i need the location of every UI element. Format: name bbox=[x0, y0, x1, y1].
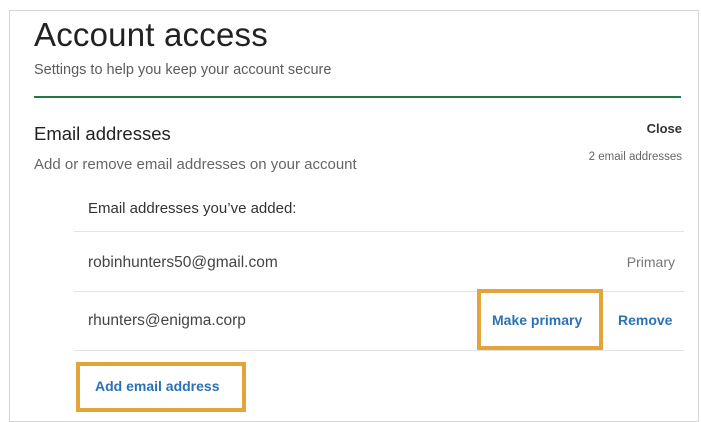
email-count-label: 2 email addresses bbox=[588, 151, 682, 163]
add-email-button[interactable]: Add email address bbox=[95, 378, 220, 394]
page-subtitle: Settings to help you keep your account s… bbox=[34, 62, 332, 78]
make-primary-button[interactable]: Make primary bbox=[492, 312, 582, 328]
close-button[interactable]: Close bbox=[647, 121, 682, 136]
list-divider bbox=[74, 231, 684, 232]
remove-email-button[interactable]: Remove bbox=[618, 312, 672, 328]
email-list-heading: Email addresses you’ve added: bbox=[88, 200, 297, 217]
list-divider bbox=[74, 350, 684, 351]
email-address: rhunters@enigma.corp bbox=[88, 312, 246, 329]
header-divider bbox=[34, 96, 681, 98]
email-address: robinhunters50@gmail.com bbox=[88, 254, 278, 271]
email-section-description: Add or remove email addresses on your ac… bbox=[34, 156, 357, 173]
primary-status-label: Primary bbox=[626, 254, 675, 270]
page-title: Account access bbox=[34, 16, 268, 53]
email-section-title: Email addresses bbox=[34, 123, 171, 144]
